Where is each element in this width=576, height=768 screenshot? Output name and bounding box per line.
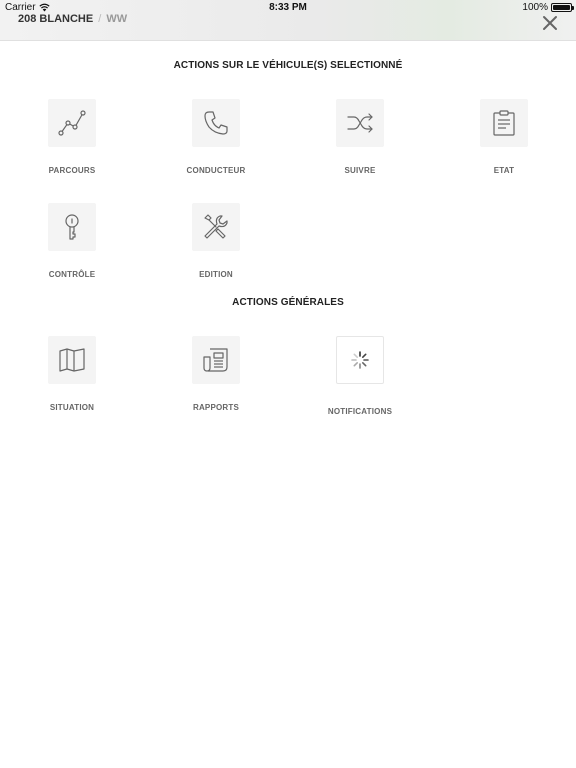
- vehicle-subtitle: WW: [106, 13, 128, 25]
- phone-icon: [204, 111, 228, 135]
- etat-icon-tile: [480, 99, 528, 147]
- rapports-icon-tile: [192, 336, 240, 384]
- close-button[interactable]: [542, 15, 558, 31]
- battery-percent: 100%: [522, 2, 548, 13]
- action-controle[interactable]: CONTRÔLE: [12, 203, 132, 293]
- shuffle-icon: [347, 113, 373, 133]
- edition-icon-tile: [192, 203, 240, 251]
- loading-spinner-icon: [351, 351, 369, 369]
- title-separator: /: [98, 13, 102, 25]
- action-edition[interactable]: EDITION: [156, 203, 276, 293]
- app-header: Carrier 8:33 PM 100% 208 BLANCHE / WW: [0, 0, 576, 41]
- clipboard-icon: [493, 110, 515, 136]
- tools-icon: [204, 214, 228, 239]
- conducteur-icon-tile: [192, 99, 240, 147]
- clock: 8:33 PM: [269, 2, 307, 13]
- battery-indicator: 100%: [522, 2, 574, 13]
- action-label: ETAT: [493, 166, 515, 175]
- vehicle-title: 208 BLANCHE / WW: [18, 13, 127, 25]
- wifi-icon: [38, 3, 50, 12]
- action-label: NOTIFICATIONS: [327, 407, 393, 416]
- action-parcours[interactable]: PARCOURS: [12, 99, 132, 189]
- action-label: SUIVRE: [344, 166, 376, 175]
- general-actions-title: ACTIONS GÉNÉRALES: [232, 297, 344, 308]
- controle-icon-tile: [48, 203, 96, 251]
- action-label: EDITION: [199, 270, 233, 279]
- key-icon: [65, 214, 79, 240]
- action-etat[interactable]: ETAT: [444, 99, 564, 189]
- battery-icon: [551, 3, 574, 12]
- carrier-indicator: Carrier: [5, 2, 50, 13]
- action-notifications[interactable]: NOTIFICATIONS: [300, 336, 420, 426]
- map-icon: [59, 348, 85, 372]
- carrier-label: Carrier: [5, 2, 36, 13]
- situation-icon-tile: [48, 336, 96, 384]
- action-label: CONTRÔLE: [48, 270, 96, 279]
- action-situation[interactable]: SITUATION: [12, 336, 132, 426]
- action-label: RAPPORTS: [192, 403, 240, 412]
- close-icon: [543, 16, 557, 30]
- action-suivre[interactable]: SUIVRE: [300, 99, 420, 189]
- action-label: SITUATION: [49, 403, 95, 412]
- vehicle-actions-title: ACTIONS SUR LE VÉHICULE(S) SELECTIONNÉ: [173, 60, 403, 71]
- action-rapports[interactable]: RAPPORTS: [156, 336, 276, 426]
- suivre-icon-tile: [336, 99, 384, 147]
- parcours-icon-tile: [48, 99, 96, 147]
- newspaper-icon: [203, 348, 228, 372]
- notifications-icon-tile: [336, 336, 384, 384]
- action-conducteur[interactable]: CONDUCTEUR: [156, 99, 276, 189]
- action-label: CONDUCTEUR: [186, 166, 246, 175]
- route-icon: [58, 110, 86, 136]
- action-label: PARCOURS: [48, 166, 96, 175]
- vehicle-name: 208 BLANCHE: [18, 13, 94, 25]
